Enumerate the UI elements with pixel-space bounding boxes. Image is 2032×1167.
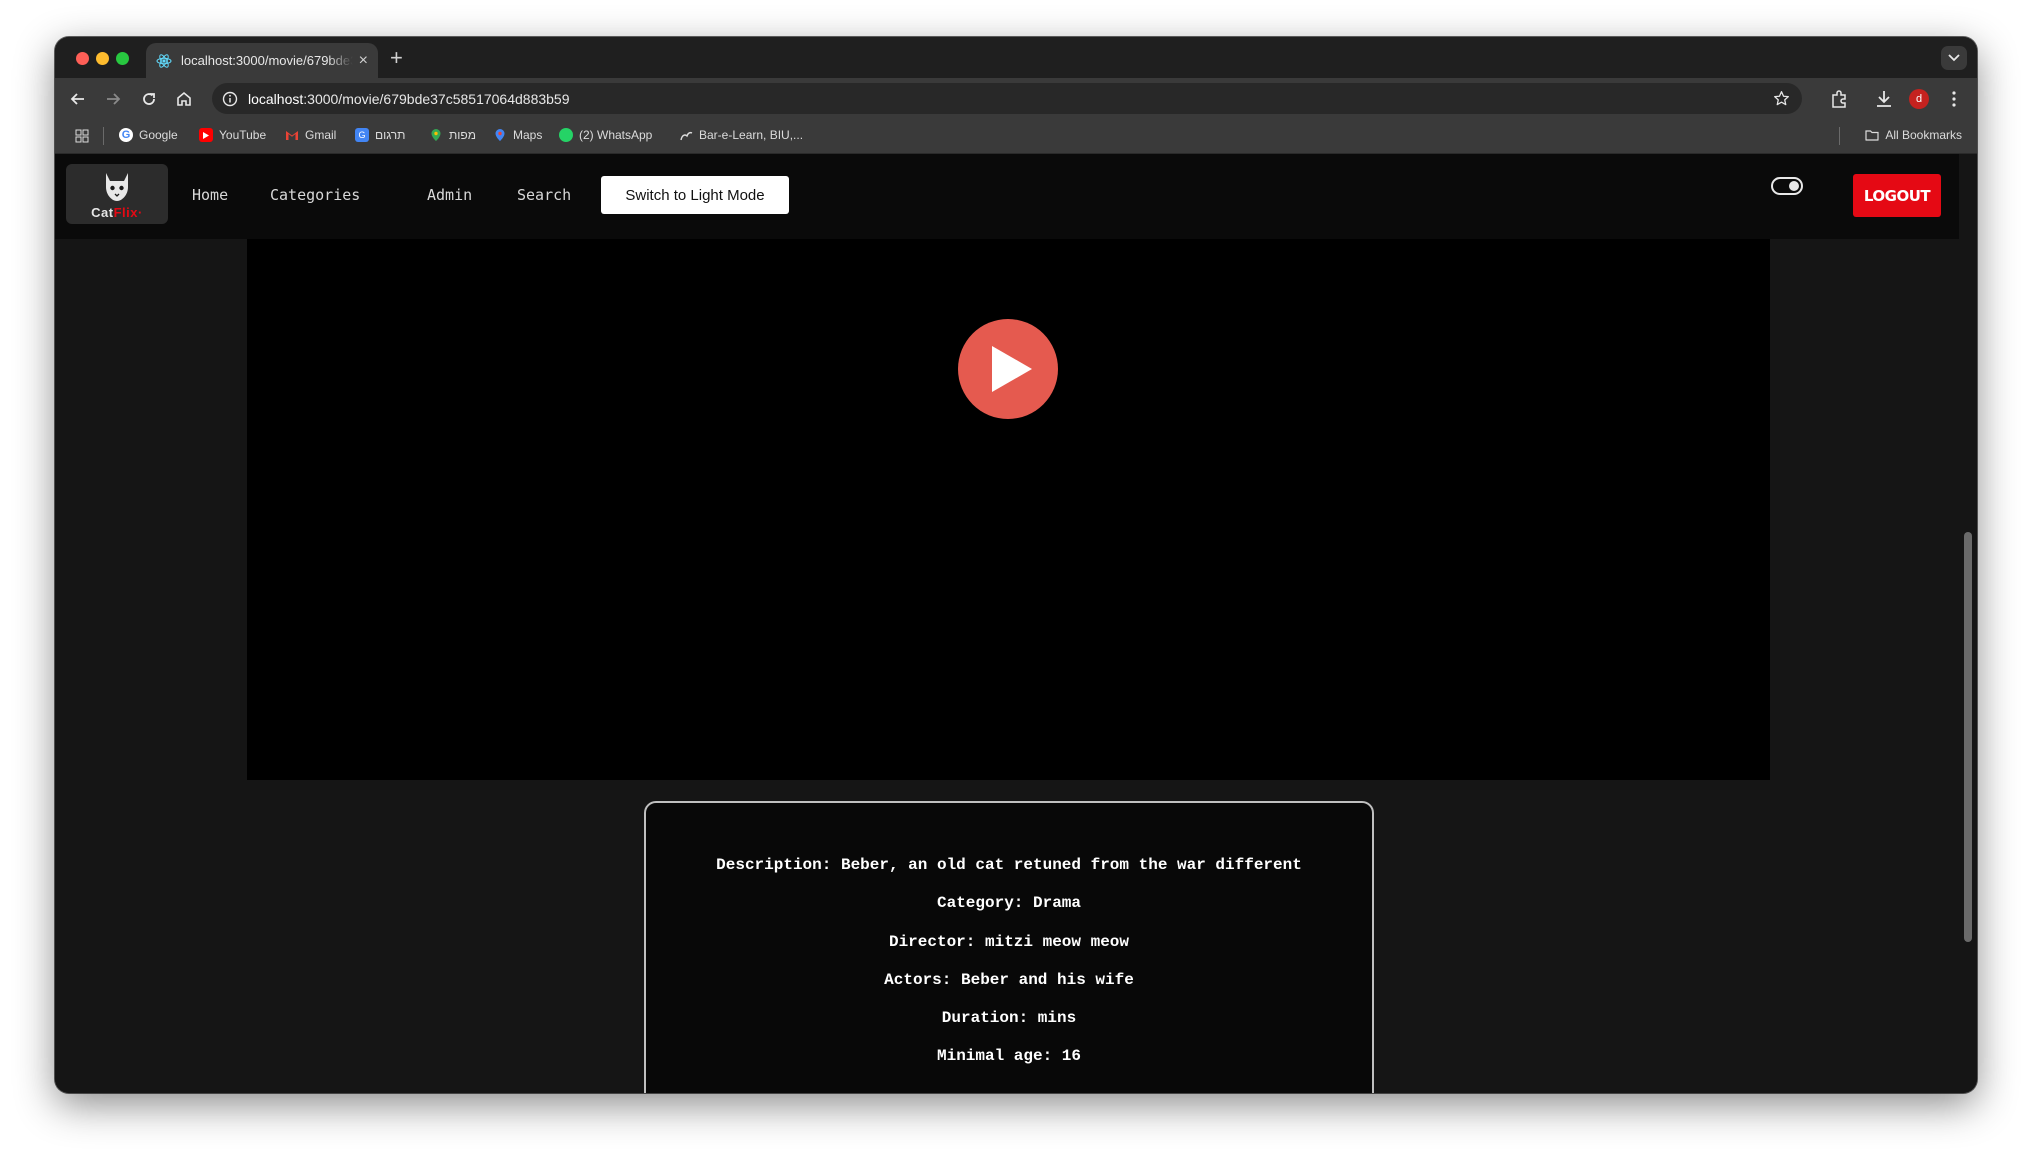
bookmark-maps[interactable]: Maps bbox=[493, 128, 542, 142]
bookmarks-divider bbox=[1839, 127, 1840, 145]
bookmark-whatsapp[interactable]: (2) WhatsApp bbox=[559, 128, 652, 142]
kebab-menu-icon[interactable] bbox=[1943, 88, 1965, 110]
site-info-icon[interactable] bbox=[222, 91, 238, 107]
page-scrollbar[interactable] bbox=[1959, 154, 1977, 1093]
youtube-icon bbox=[199, 128, 213, 142]
bookmark-gmail[interactable]: Gmail bbox=[285, 128, 336, 142]
movie-duration: Duration: mins bbox=[941, 1009, 1077, 1027]
movie-actors: Actors: Beber and his wife bbox=[884, 971, 1134, 989]
whatsapp-icon bbox=[559, 128, 573, 142]
translate-icon: G bbox=[355, 128, 369, 142]
minimize-window-button[interactable] bbox=[96, 52, 109, 65]
url-text: localhost:3000/movie/679bde37c58517064d8… bbox=[248, 91, 570, 107]
catflix-logo[interactable]: CatFlix· bbox=[66, 164, 168, 224]
page-content: CatFlix· Home Categories Admin Search Sw… bbox=[55, 154, 1959, 1093]
site-navbar: CatFlix· Home Categories Admin Search Sw… bbox=[55, 154, 1959, 239]
maps-pin-icon bbox=[495, 129, 505, 141]
address-bar[interactable]: localhost:3000/movie/679bde37c58517064d8… bbox=[212, 83, 1802, 114]
tab-strip: localhost:3000/movie/679bde37c58517064d8… bbox=[55, 37, 1977, 78]
toggle-knob bbox=[1789, 181, 1799, 191]
movie-info-card: Description: Beber, an old cat retuned f… bbox=[644, 801, 1374, 1093]
profile-avatar[interactable]: d bbox=[1909, 89, 1929, 109]
browser-toolbar: localhost:3000/movie/679bde37c58517064d8… bbox=[55, 78, 1977, 119]
apps-grid-icon[interactable] bbox=[75, 129, 89, 143]
movie-category: Category: Drama bbox=[936, 894, 1082, 912]
moodle-icon bbox=[680, 131, 693, 141]
bookmark-maps-he[interactable]: מפות bbox=[429, 128, 476, 142]
scrollbar-thumb[interactable] bbox=[1964, 532, 1972, 942]
download-icon[interactable] bbox=[1873, 88, 1895, 110]
folder-icon bbox=[1865, 130, 1879, 141]
nav-home[interactable]: Home bbox=[192, 186, 228, 204]
nav-search[interactable]: Search bbox=[517, 186, 571, 204]
movie-director: Director: mitzi meow meow bbox=[888, 933, 1130, 951]
home-icon[interactable] bbox=[174, 89, 194, 109]
bookmark-bar-e-learn[interactable]: Bar-e-Learn, BIU,... bbox=[679, 128, 803, 142]
logout-button[interactable]: LOGOUT bbox=[1853, 174, 1941, 217]
forward-arrow-icon[interactable] bbox=[103, 89, 123, 109]
bookmark-translate[interactable]: G תרגום bbox=[355, 128, 405, 142]
bookmarks-divider bbox=[103, 127, 104, 145]
bookmarks-bar: G Google YouTube Gmail G תרגום מפות Maps… bbox=[55, 119, 1977, 154]
browser-tab-active[interactable]: localhost:3000/movie/679bde37c58517064d8… bbox=[146, 43, 378, 78]
maximize-window-button[interactable] bbox=[116, 52, 129, 65]
nav-admin[interactable]: Admin bbox=[427, 186, 472, 204]
close-window-button[interactable] bbox=[76, 52, 89, 65]
bookmark-star-icon[interactable] bbox=[1773, 90, 1790, 107]
react-icon bbox=[156, 53, 172, 68]
reload-icon[interactable] bbox=[139, 89, 159, 109]
video-player[interactable] bbox=[247, 239, 1770, 780]
maps-pin-icon bbox=[431, 129, 441, 141]
theme-toggle[interactable] bbox=[1771, 177, 1803, 195]
bookmark-google[interactable]: G Google bbox=[119, 128, 178, 142]
browser-window: localhost:3000/movie/679bde37c58517064d8… bbox=[55, 37, 1977, 1093]
all-bookmarks-button[interactable]: All Bookmarks bbox=[1865, 128, 1962, 142]
bookmark-youtube[interactable]: YouTube bbox=[199, 128, 266, 142]
play-icon bbox=[992, 346, 1032, 392]
logo-wordmark: CatFlix· bbox=[91, 205, 143, 220]
chevron-down-icon bbox=[1948, 54, 1960, 62]
new-tab-button[interactable]: + bbox=[390, 45, 403, 71]
play-button[interactable] bbox=[958, 319, 1058, 419]
movie-minimal-age: Minimal age: 16 bbox=[936, 1047, 1082, 1065]
movie-description: Description: Beber, an old cat retuned f… bbox=[716, 856, 1302, 874]
switch-to-light-mode-button[interactable]: Switch to Light Mode bbox=[601, 176, 789, 214]
tab-search-button[interactable] bbox=[1941, 46, 1967, 70]
cat-logo-icon bbox=[106, 173, 128, 201]
gmail-icon bbox=[286, 131, 298, 140]
tab-close-icon[interactable]: × bbox=[359, 52, 368, 70]
nav-categories[interactable]: Categories bbox=[270, 186, 360, 204]
extensions-icon[interactable] bbox=[1828, 88, 1850, 110]
tab-title: localhost:3000/movie/679bde37c58517064d8… bbox=[181, 53, 353, 68]
google-icon: G bbox=[119, 128, 133, 142]
back-arrow-icon[interactable] bbox=[68, 89, 88, 109]
